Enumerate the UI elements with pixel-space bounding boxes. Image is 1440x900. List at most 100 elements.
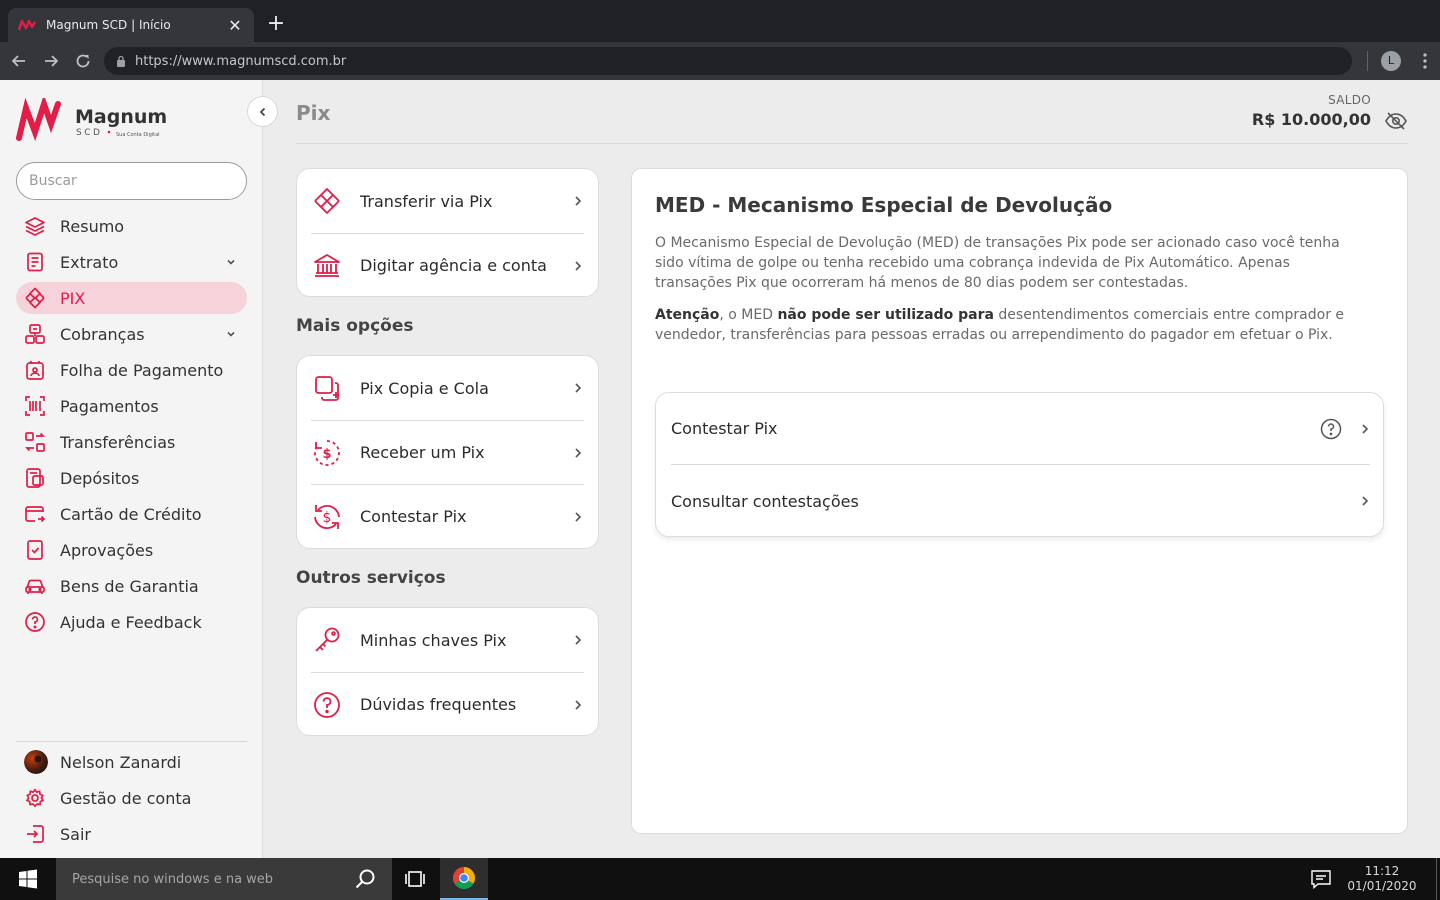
address-bar[interactable]: https://www.magnumscd.com.br: [104, 47, 1352, 75]
task-view-icon[interactable]: [402, 867, 428, 891]
credit-card-icon: [25, 506, 46, 523]
contestar-pix-action[interactable]: Contestar Pix: [671, 393, 1370, 465]
contest-money-icon: $: [314, 504, 340, 529]
action-label: Consultar contestações: [671, 491, 859, 511]
sidebar-item-label: Aprovações: [60, 540, 154, 560]
sidebar-item-label: PIX: [60, 288, 86, 308]
duvidas-frequentes-option[interactable]: Dúvidas frequentes: [311, 672, 584, 736]
med-panel: MED - Mecanismo Especial de Devolução O …: [631, 168, 1408, 834]
receive-money-icon: $: [314, 439, 340, 466]
receipt-icon: [27, 252, 43, 272]
sidebar-item-bens-garantia[interactable]: Bens de Garantia: [16, 570, 247, 602]
logo-name: Magnum: [75, 106, 166, 128]
sidebar-item-pagamentos[interactable]: Pagamentos: [16, 390, 247, 422]
gear-icon: [25, 788, 45, 808]
question-icon: [314, 691, 340, 718]
sidebar-item-label: Cartão de Crédito: [60, 504, 202, 524]
reload-icon[interactable]: [72, 50, 94, 72]
contestar-pix-option[interactable]: $ Contestar Pix: [311, 484, 584, 548]
sidebar-item-folha-pagamento[interactable]: Folha de Pagamento: [16, 354, 247, 386]
option-label: Contestar Pix: [360, 507, 467, 526]
taskbar-search-box[interactable]: Pesquise no windows e na web: [56, 858, 392, 900]
option-label: Pix Copia e Cola: [360, 378, 489, 398]
tab-title: Magnum SCD | Início: [46, 18, 171, 32]
page-title: Pix: [296, 101, 331, 125]
magnum-logo[interactable]: Magnum SCD Sua Conta Digital: [16, 98, 166, 142]
logout-icon: [27, 825, 44, 843]
attention-bold2: não pode ser utilizado para: [777, 307, 994, 323]
sidebar-item-depositos[interactable]: Depósitos: [16, 462, 247, 494]
help-circle-icon[interactable]: [1320, 418, 1342, 440]
chevron-down-icon[interactable]: [225, 256, 237, 268]
med-description: O Mecanismo Especial de Devolução (MED) …: [655, 235, 1340, 291]
sidebar-item-resumo[interactable]: Resumo: [16, 210, 247, 242]
sidebar-item-user[interactable]: Nelson Zanardi: [16, 746, 247, 778]
sidebar-item-label: Depósitos: [60, 468, 140, 488]
option-label: Dúvidas frequentes: [360, 695, 517, 714]
help-icon: [25, 612, 45, 632]
sidebar-item-pix[interactable]: PIX: [16, 282, 247, 314]
back-arrow-icon[interactable]: [8, 50, 30, 72]
med-attention: Atenção, o MED não pode ser utilizado pa…: [655, 305, 1355, 345]
svg-text:$: $: [323, 510, 332, 526]
car-icon: [25, 579, 45, 594]
profile-avatar[interactable]: L: [1381, 51, 1401, 71]
deposit-icon: [26, 468, 44, 488]
sidebar-item-label: Bens de Garantia: [60, 576, 199, 596]
forward-arrow-icon[interactable]: [40, 50, 62, 72]
sidebar-collapse-button[interactable]: [247, 96, 278, 127]
outros-servicos-card: Minhas chaves Pix Dúvidas frequentes: [296, 607, 599, 736]
new-tab-button[interactable]: +: [264, 10, 288, 38]
billing-icon: [25, 324, 45, 344]
key-icon: [315, 627, 340, 652]
sidebar-divider: [16, 741, 247, 742]
receber-pix-option[interactable]: $ Receber um Pix: [311, 420, 584, 484]
transferir-via-pix-option[interactable]: Transferir via Pix: [297, 169, 598, 233]
chevron-right-icon: [575, 511, 582, 522]
chevron-right-icon: [575, 196, 582, 206]
sidebar-item-ajuda-feedback[interactable]: Ajuda e Feedback: [16, 606, 247, 638]
clock-date: 01/01/2020: [1347, 879, 1417, 893]
taskbar-clock[interactable]: 11:12 01/01/2020: [1340, 864, 1424, 894]
show-desktop-button[interactable]: [1436, 858, 1440, 900]
digitar-agencia-conta-option[interactable]: Digitar agência e conta: [311, 233, 584, 297]
windows-logo-icon: [19, 869, 37, 889]
approval-icon: [27, 540, 43, 560]
option-label: Transferir via Pix: [360, 191, 493, 211]
sidebar-item-label: Ajuda e Feedback: [60, 612, 202, 632]
eye-off-icon[interactable]: [1384, 109, 1408, 133]
notification-icon[interactable]: [1310, 869, 1332, 889]
mais-opcoes-card: Pix Copia e Cola $ Receber um Pix $ Cont…: [296, 355, 599, 549]
outros-servicos-title: Outros serviços: [296, 568, 446, 588]
sidebar-footer: Nelson Zanardi Gestão de conta Sair: [16, 746, 247, 854]
search-icon: [355, 869, 375, 889]
minhas-chaves-option[interactable]: Minhas chaves Pix: [297, 608, 598, 672]
pix-copia-cola-option[interactable]: Pix Copia e Cola: [297, 356, 598, 420]
browser-tab[interactable]: Magnum SCD | Início ✕: [8, 8, 254, 42]
windows-taskbar: Pesquise no windows e na web 11:12 01/01…: [0, 858, 1440, 900]
sidebar-item-sair[interactable]: Sair: [16, 818, 247, 850]
taskbar-chrome-button[interactable]: [440, 858, 488, 900]
chevron-down-icon[interactable]: [225, 328, 237, 340]
payroll-icon: [26, 361, 44, 380]
start-button[interactable]: [0, 858, 56, 900]
sidebar-item-label: Cobranças: [60, 324, 145, 344]
sidebar-item-aprovacoes[interactable]: Aprovações: [16, 534, 247, 566]
browser-menu-icon[interactable]: [1418, 51, 1432, 71]
transfer-icon: [24, 432, 46, 452]
tab-close-icon[interactable]: ✕: [226, 16, 244, 35]
sidebar-item-cartao-credito[interactable]: Cartão de Crédito: [16, 498, 247, 530]
sidebar-search-input[interactable]: [16, 162, 247, 200]
copy-paste-icon: [315, 376, 339, 401]
magnum-favicon-icon: [18, 19, 36, 31]
balance-value: R$ 10.000,00: [1251, 110, 1371, 129]
bank-icon: [314, 253, 340, 277]
sidebar-item-gestao-conta[interactable]: Gestão de conta: [16, 782, 247, 814]
sidebar-item-transferencias[interactable]: Transferências: [16, 426, 247, 458]
consultar-contestacoes-action[interactable]: Consultar contestações: [671, 465, 1370, 537]
taskbar-search-placeholder: Pesquise no windows e na web: [72, 871, 274, 887]
attention-bold: Atenção: [655, 307, 720, 323]
sidebar-item-cobrancas[interactable]: Cobranças: [16, 318, 247, 350]
logo-sub: SCD: [76, 128, 102, 138]
sidebar-item-extrato[interactable]: Extrato: [16, 246, 247, 278]
